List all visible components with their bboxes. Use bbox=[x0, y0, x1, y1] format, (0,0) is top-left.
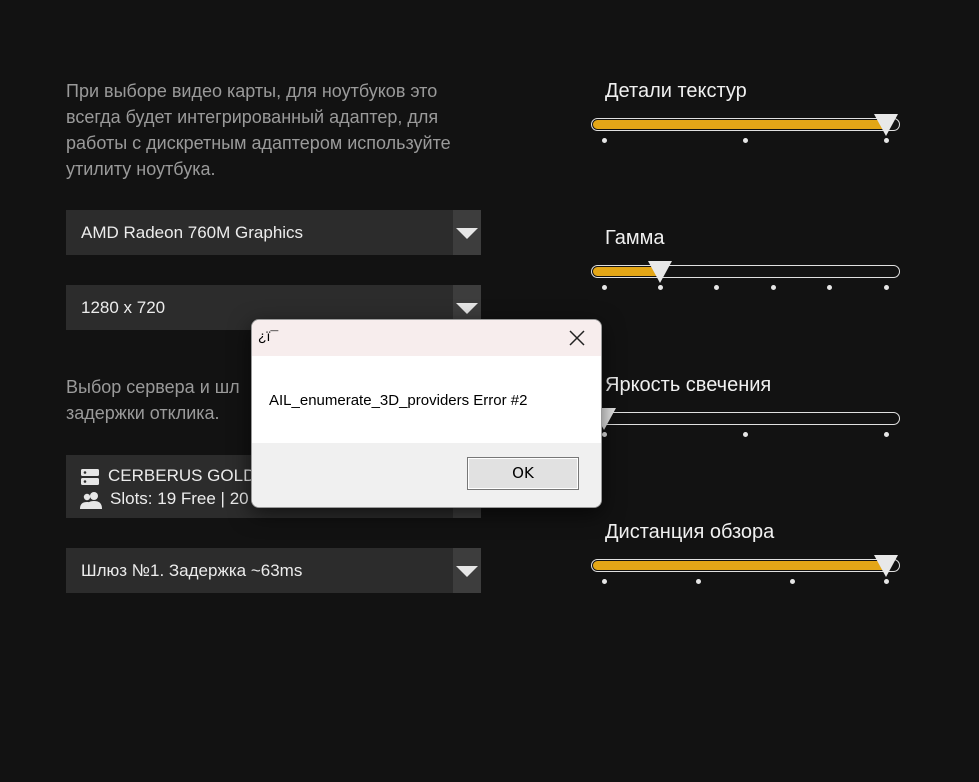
slider-label: Детали текстур bbox=[605, 80, 747, 102]
settings-page: При выборе видео карты, для ноутбуков эт… bbox=[0, 0, 979, 782]
slider-track[interactable] bbox=[591, 265, 900, 278]
slider-step-dot bbox=[601, 579, 607, 584]
chevron-down-icon[interactable] bbox=[453, 210, 481, 255]
dialog-message: AIL_enumerate_3D_providers Error #2 bbox=[269, 392, 528, 409]
slider-step-dot bbox=[827, 285, 833, 290]
server-name: CERBERUS GOLD8 bbox=[108, 466, 265, 485]
slider-step-dot bbox=[789, 579, 795, 584]
slider-step-dot bbox=[601, 285, 607, 290]
gpu-selected-value: AMD Radeon 760M Graphics bbox=[81, 223, 304, 242]
gpu-dropdown[interactable]: AMD Radeon 760M Graphics bbox=[66, 210, 481, 255]
slider-fill bbox=[593, 120, 887, 129]
slider-thumb[interactable] bbox=[648, 261, 673, 283]
gpu-description: При выборе видео карты, для ноутбуков эт… bbox=[66, 81, 451, 179]
slider-step-dot bbox=[742, 432, 748, 437]
slider-step-dot bbox=[601, 432, 607, 437]
slider-track[interactable] bbox=[591, 559, 900, 572]
server-slots: Slots: 19 Free | 20 bbox=[110, 489, 249, 508]
slider-label: Гамма bbox=[605, 227, 665, 249]
dialog-titlebar: ¿ї¯ bbox=[252, 320, 601, 356]
slider-label: Яркость свечения bbox=[605, 374, 772, 396]
slider-step-dot bbox=[742, 138, 748, 143]
slider-step-dot bbox=[883, 285, 889, 290]
slider-step-dot bbox=[714, 285, 720, 290]
resolution-selected-value: 1280 x 720 bbox=[81, 298, 166, 317]
slider-track[interactable] bbox=[591, 118, 900, 131]
chevron-down-icon[interactable] bbox=[453, 548, 481, 593]
dialog-footer: OK bbox=[252, 443, 601, 507]
slider-step-dot bbox=[657, 285, 663, 290]
slider-step-dot bbox=[883, 432, 889, 437]
slider-fill bbox=[593, 561, 887, 570]
server-name-row: CERBERUS GOLD8 bbox=[80, 465, 265, 487]
slider-step-dot bbox=[883, 138, 889, 143]
gateway-selected-value: Шлюз №1. Задержка ~63ms bbox=[81, 561, 303, 580]
users-icon bbox=[80, 491, 102, 509]
slider-label: Дистанция обзора bbox=[605, 521, 775, 543]
close-icon[interactable] bbox=[567, 328, 587, 348]
slider-step-dot bbox=[695, 579, 701, 584]
slider-thumb[interactable] bbox=[874, 114, 898, 136]
gateway-dropdown[interactable]: Шлюз №1. Задержка ~63ms bbox=[66, 548, 481, 593]
slider-step-dot bbox=[883, 579, 889, 584]
slider-track[interactable] bbox=[591, 412, 900, 425]
error-dialog: ¿ї¯ AIL_enumerate_3D_providers Error #2 … bbox=[251, 319, 602, 508]
ok-button[interactable]: OK bbox=[467, 457, 579, 490]
server-slots-row: Slots: 19 Free | 20 bbox=[80, 488, 249, 510]
dialog-title: ¿ї¯ bbox=[258, 328, 279, 344]
server-icon bbox=[81, 468, 99, 485]
slider-step-dot bbox=[601, 138, 607, 143]
slider-thumb[interactable] bbox=[874, 555, 898, 577]
slider-step-dot bbox=[770, 285, 776, 290]
